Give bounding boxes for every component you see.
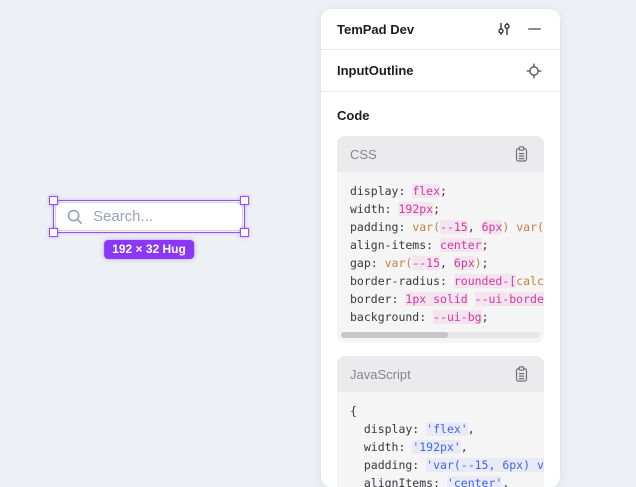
search-placeholder: Search... [93, 208, 153, 225]
js-code-block: JavaScript { display: 'flex', width: '19… [337, 356, 544, 487]
selection-handle-nw[interactable] [49, 196, 58, 205]
component-name: InputOutline [337, 63, 524, 78]
selected-search-input[interactable]: Search... [53, 200, 245, 233]
code-line: background: --ui-bg; [350, 308, 544, 326]
code-line: border-radius: rounded-[calc(var(--radiu… [350, 272, 544, 290]
minus-icon[interactable] [524, 19, 544, 39]
code-line: padding: 'var(--15, 6px) var(--15, 6px)'… [350, 456, 544, 474]
sliders-icon[interactable] [494, 19, 514, 39]
code-line: border: 1px solid --ui-border-color; [350, 290, 544, 308]
magnifier-icon [66, 208, 84, 226]
code-line: width: 192px; [350, 200, 544, 218]
code-line: padding: var(--15, 6px) var(--15, 6px); [350, 218, 544, 236]
scrollbar-thumb[interactable] [341, 332, 448, 338]
code-line: { [350, 402, 544, 420]
code-line: display: 'flex', [350, 420, 544, 438]
tempad-dev-panel: TemPad Dev InputOutline Code [321, 9, 560, 487]
panel-content: Code CSS display: flex;width: 192px;padd… [321, 92, 560, 487]
clipboard-icon[interactable] [511, 144, 531, 164]
css-block-header: CSS [337, 136, 544, 172]
code-line: gap: var(--15, 6px); [350, 254, 544, 272]
selection-handle-ne[interactable] [240, 196, 249, 205]
selection-handle-sw[interactable] [49, 228, 58, 237]
search-input[interactable]: Search... [55, 202, 243, 231]
selection-handle-se[interactable] [240, 228, 249, 237]
js-block-header: JavaScript [337, 356, 544, 392]
panel-header: TemPad Dev [321, 9, 560, 50]
clipboard-icon[interactable] [511, 364, 531, 384]
code-line: display: flex; [350, 182, 544, 200]
css-code-block: CSS display: flex;width: 192px;padding: … [337, 136, 544, 343]
section-title-code: Code [337, 108, 544, 123]
crosshair-icon[interactable] [524, 61, 544, 81]
js-block-label: JavaScript [350, 367, 411, 382]
panel-title: TemPad Dev [337, 22, 494, 37]
code-line: alignItems: 'center', [350, 474, 544, 487]
size-badge: 192 × 32 Hug [104, 240, 194, 259]
css-block-label: CSS [350, 147, 377, 162]
js-code[interactable]: { display: 'flex', width: '192px', paddi… [337, 392, 544, 487]
code-line: align-items: center; [350, 236, 544, 254]
css-horizontal-scrollbar[interactable] [341, 332, 540, 338]
code-line: width: '192px', [350, 438, 544, 456]
component-row: InputOutline [321, 50, 560, 92]
css-code[interactable]: display: flex;width: 192px;padding: var(… [337, 172, 544, 332]
